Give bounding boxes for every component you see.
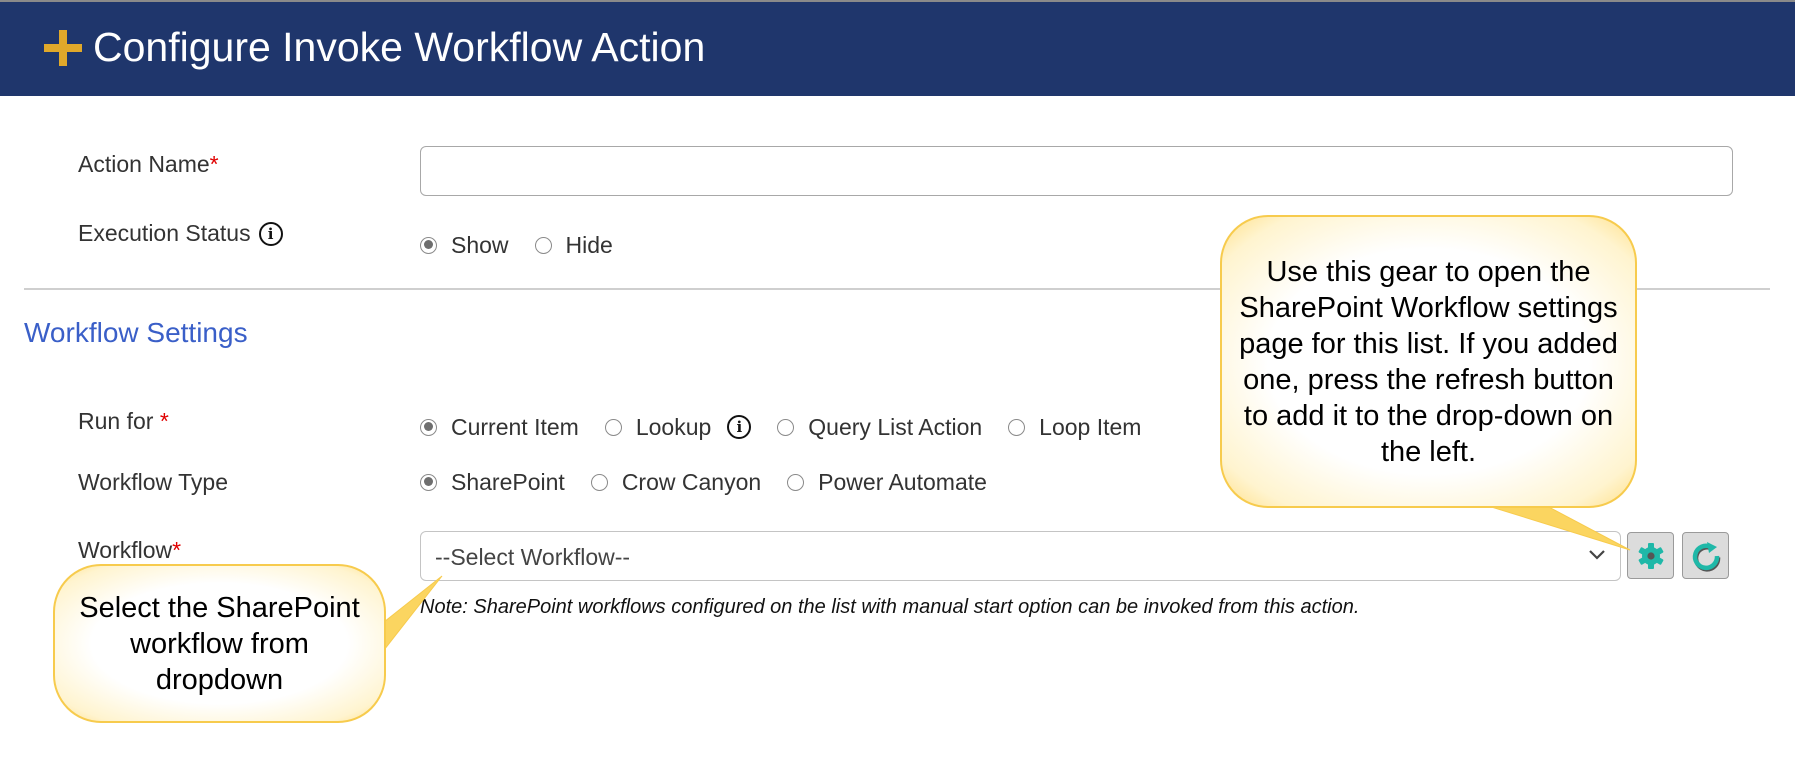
radio-power-automate[interactable]: Power Automate <box>787 468 987 496</box>
radio-button[interactable] <box>590 473 608 491</box>
required-mark: * <box>159 408 169 434</box>
action-name-label-text: Action Name <box>78 151 210 177</box>
radio-label: Lookup <box>635 414 712 440</box>
workflow-type-label: Workflow Type <box>78 469 228 495</box>
callout-gear-refresh: Use this gear to open the SharePoint Wor… <box>1220 215 1637 508</box>
gear-icon <box>1638 542 1663 569</box>
radio-button[interactable] <box>1008 418 1026 436</box>
workflow-select-value: --Select Workflow-- <box>435 544 631 570</box>
page-title: Configure Invoke Workflow Action <box>93 24 706 70</box>
radio-button-checked[interactable] <box>420 418 437 436</box>
execution-status-label-text: Execution Status <box>78 220 251 246</box>
execution-status-label: Execution Status i <box>78 219 283 247</box>
page-header: Configure Invoke Workflow Action <box>0 2 1795 96</box>
radio-label: Current Item <box>451 414 579 440</box>
radio-label: Power Automate <box>818 469 987 495</box>
info-icon[interactable]: i <box>258 222 283 246</box>
refresh-workflows-button[interactable] <box>1682 532 1729 579</box>
radio-label: Crow Canyon <box>621 469 762 495</box>
workflow-settings-gear-button[interactable] <box>1627 532 1674 579</box>
execution-status-radio-group: Show Hide <box>420 230 639 260</box>
radio-lookup[interactable]: Lookup <box>604 413 712 441</box>
action-name-input[interactable] <box>420 146 1733 196</box>
run-for-label-text: Run for <box>78 408 160 434</box>
required-mark: * <box>172 537 182 563</box>
radio-label: SharePoint <box>451 469 565 495</box>
radio-label: Show <box>451 232 509 258</box>
callout-select-workflow: Select the SharePoint workflow from drop… <box>53 564 386 723</box>
radio-sharepoint[interactable]: SharePoint <box>420 468 565 496</box>
workflow-type-radio-group: SharePoint Crow Canyon Power Automate <box>420 467 1013 497</box>
radio-label: Hide <box>565 232 613 258</box>
run-for-label: Run for * <box>78 407 169 435</box>
radio-crow-canyon[interactable]: Crow Canyon <box>590 468 762 496</box>
workflow-label: Workflow* <box>78 536 181 564</box>
radio-current-item[interactable]: Current Item <box>420 413 579 441</box>
radio-show[interactable]: Show <box>420 231 509 259</box>
callout-text: Use this gear to open the SharePoint Wor… <box>1239 255 1618 468</box>
action-name-label: Action Name* <box>78 150 219 178</box>
radio-button[interactable] <box>534 236 552 254</box>
radio-hide[interactable]: Hide <box>534 231 613 259</box>
radio-button[interactable] <box>604 418 622 436</box>
lookup-info-icon[interactable]: i <box>727 415 752 439</box>
radio-loop-item[interactable]: Loop Item <box>1008 413 1141 441</box>
workflow-select[interactable]: --Select Workflow-- <box>420 531 1621 581</box>
radio-label: Loop Item <box>1039 414 1142 440</box>
radio-button[interactable] <box>787 473 805 491</box>
run-for-radio-group: Current Item Lookup i Query List Action … <box>420 412 1167 442</box>
workflow-note: Note: SharePoint workflows configured on… <box>420 596 1360 618</box>
radio-label: Query List Action <box>808 414 983 440</box>
refresh-icon <box>1692 541 1720 572</box>
radio-button-checked[interactable] <box>420 473 437 491</box>
plus-icon <box>44 30 82 66</box>
radio-query-list-action[interactable]: Query List Action <box>777 413 982 441</box>
workflow-settings-heading: Workflow Settings <box>24 317 248 348</box>
required-mark: * <box>209 151 219 177</box>
radio-button-checked[interactable] <box>420 236 437 254</box>
radio-button[interactable] <box>777 418 795 436</box>
callout-text: Select the SharePoint workflow from drop… <box>79 591 360 696</box>
chevron-down-icon <box>1589 550 1605 560</box>
workflow-label-text: Workflow <box>78 537 173 563</box>
